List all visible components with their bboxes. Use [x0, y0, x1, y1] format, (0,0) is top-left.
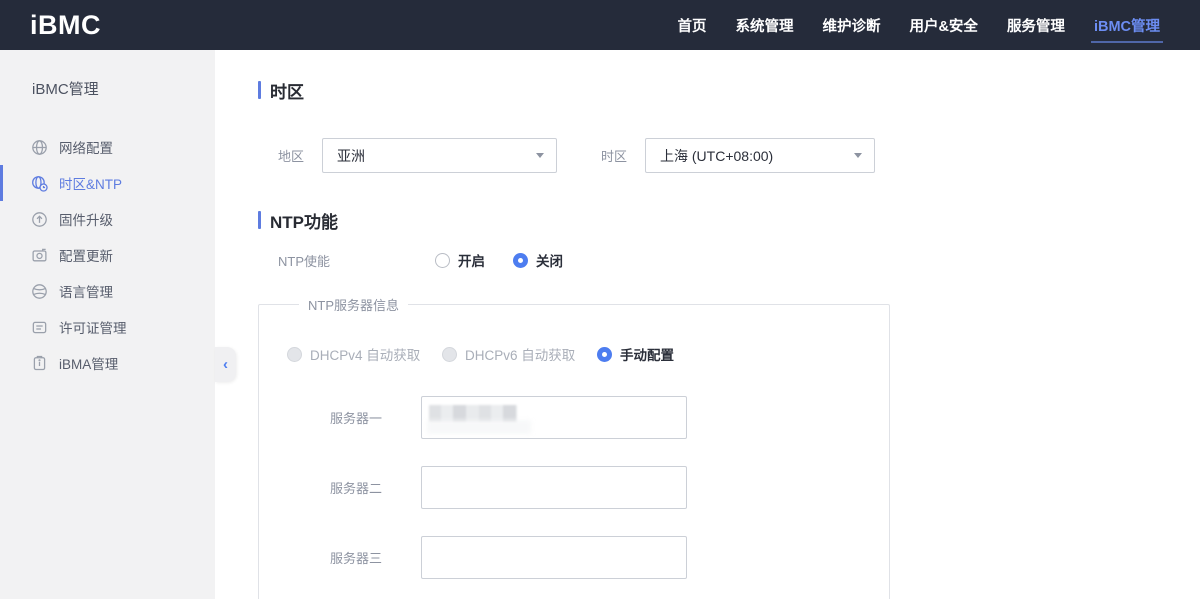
network-globe-icon	[31, 139, 48, 156]
nav-item-user-security[interactable]: 用户&安全	[909, 0, 977, 50]
nav-item-ibmc-mgmt[interactable]: iBMC管理	[1094, 0, 1160, 50]
ntp-enable-label: NTP使能	[278, 251, 435, 270]
collapse-chevron-icon: ‹	[223, 356, 228, 373]
zone-label: 时区	[601, 146, 645, 165]
main-content: 时区 地区 亚洲 时区 上海 (UTC+08:00) NTP功能	[215, 50, 1200, 599]
ntp-enable-on-radio[interactable]: 开启	[435, 250, 513, 270]
sidebar: iBMC管理 网络配置 时区&NTP 固件升级	[0, 50, 215, 599]
server-three-label: 服务器三	[330, 548, 421, 567]
server-two-input-wrap	[421, 466, 687, 509]
server-three-input-wrap	[421, 536, 687, 579]
ntp-server-info-group: NTP服务器信息 DHCPv4 自动获取 DHCPv6 自动获取 手动配置	[258, 295, 890, 599]
sidebar-item-firmware-upgrade[interactable]: 固件升级	[0, 201, 215, 237]
sidebar-title: iBMC管理	[32, 78, 215, 99]
server-three-row: 服务器三	[330, 536, 889, 579]
caret-down-icon	[536, 153, 544, 158]
ntp-enable-off-radio[interactable]: 关闭	[513, 250, 591, 270]
sidebar-item-language-mgmt[interactable]: 语言管理	[0, 273, 215, 309]
nav-item-maintenance-diagnosis[interactable]: 维护诊断	[822, 0, 880, 50]
config-update-icon	[31, 247, 48, 264]
redacted-value-mask	[429, 405, 517, 422]
timezone-form-row: 地区 亚洲 时区 上海 (UTC+08:00)	[258, 138, 1200, 173]
timezone-section-title: 时区	[258, 80, 1200, 100]
sidebar-item-label: 时区&NTP	[59, 173, 122, 193]
top-header: iBMC 首页 系统管理 维护诊断 用户&安全 服务管理 iBMC管理	[0, 0, 1200, 50]
ntp-section-title: NTP功能	[258, 210, 1200, 230]
sidebar-item-label: 许可证管理	[59, 317, 127, 337]
radio-disabled-icon	[287, 347, 302, 362]
sidebar-item-license-mgmt[interactable]: 许可证管理	[0, 309, 215, 345]
server-one-row: 服务器一	[330, 396, 889, 439]
sidebar-item-network-config[interactable]: 网络配置	[0, 129, 215, 165]
sidebar-item-label: 语言管理	[59, 281, 113, 301]
dhcpv4-auto-radio[interactable]: DHCPv4 自动获取	[287, 344, 442, 364]
radio-checked-icon	[597, 347, 612, 362]
region-select[interactable]: 亚洲	[322, 138, 557, 173]
nav-item-system-mgmt[interactable]: 系统管理	[735, 0, 793, 50]
license-icon	[31, 319, 48, 336]
ntp-server-mode-row: DHCPv4 自动获取 DHCPv6 自动获取 手动配置	[287, 344, 889, 364]
top-nav: 首页 系统管理 维护诊断 用户&安全 服务管理 iBMC管理	[677, 0, 1160, 50]
nav-item-service-mgmt[interactable]: 服务管理	[1007, 0, 1065, 50]
radio-unchecked-icon	[435, 253, 450, 268]
region-select-value: 亚洲	[337, 146, 365, 166]
section-accent-bar	[258, 81, 261, 99]
sidebar-item-timezone-ntp[interactable]: 时区&NTP	[0, 165, 215, 201]
zone-select-value: 上海 (UTC+08:00)	[660, 146, 773, 166]
ibma-clipboard-icon	[31, 355, 48, 372]
zone-select[interactable]: 上海 (UTC+08:00)	[645, 138, 875, 173]
radio-disabled-icon	[442, 347, 457, 362]
server-one-input-wrap	[421, 396, 687, 439]
language-icon	[31, 283, 48, 300]
sidebar-item-config-update[interactable]: 配置更新	[0, 237, 215, 273]
dhcpv6-auto-radio[interactable]: DHCPv6 自动获取	[442, 344, 597, 364]
section-accent-bar	[258, 211, 261, 229]
manual-config-radio[interactable]: 手动配置	[597, 344, 674, 364]
ntp-server-info-legend: NTP服务器信息	[299, 295, 408, 314]
ibmc-logo[interactable]: iBMC	[30, 10, 101, 41]
server-two-row: 服务器二	[330, 466, 889, 509]
server-three-input[interactable]	[421, 536, 687, 579]
radio-checked-icon	[513, 253, 528, 268]
server-two-input[interactable]	[421, 466, 687, 509]
sidebar-item-label: 网络配置	[59, 137, 113, 157]
sidebar-item-label: 固件升级	[59, 209, 113, 229]
ibmc-page: iBMC 首页 系统管理 维护诊断 用户&安全 服务管理 iBMC管理 iBMC…	[0, 0, 1200, 599]
sidebar-item-label: iBMA管理	[59, 353, 118, 373]
caret-down-icon	[854, 153, 862, 158]
region-label: 地区	[278, 146, 322, 165]
page-body: iBMC管理 网络配置 时区&NTP 固件升级	[0, 50, 1200, 599]
sidebar-item-ibma-mgmt[interactable]: iBMA管理	[0, 345, 215, 381]
sidebar-collapse-button[interactable]: ‹	[215, 347, 236, 382]
server-two-label: 服务器二	[330, 478, 421, 497]
sidebar-item-label: 配置更新	[59, 245, 113, 265]
nav-item-home[interactable]: 首页	[677, 0, 706, 50]
firmware-upgrade-icon	[31, 211, 48, 228]
ntp-enable-row: NTP使能 开启 关闭	[258, 251, 1200, 269]
timezone-clock-icon	[31, 175, 48, 192]
server-one-label: 服务器一	[330, 408, 421, 427]
